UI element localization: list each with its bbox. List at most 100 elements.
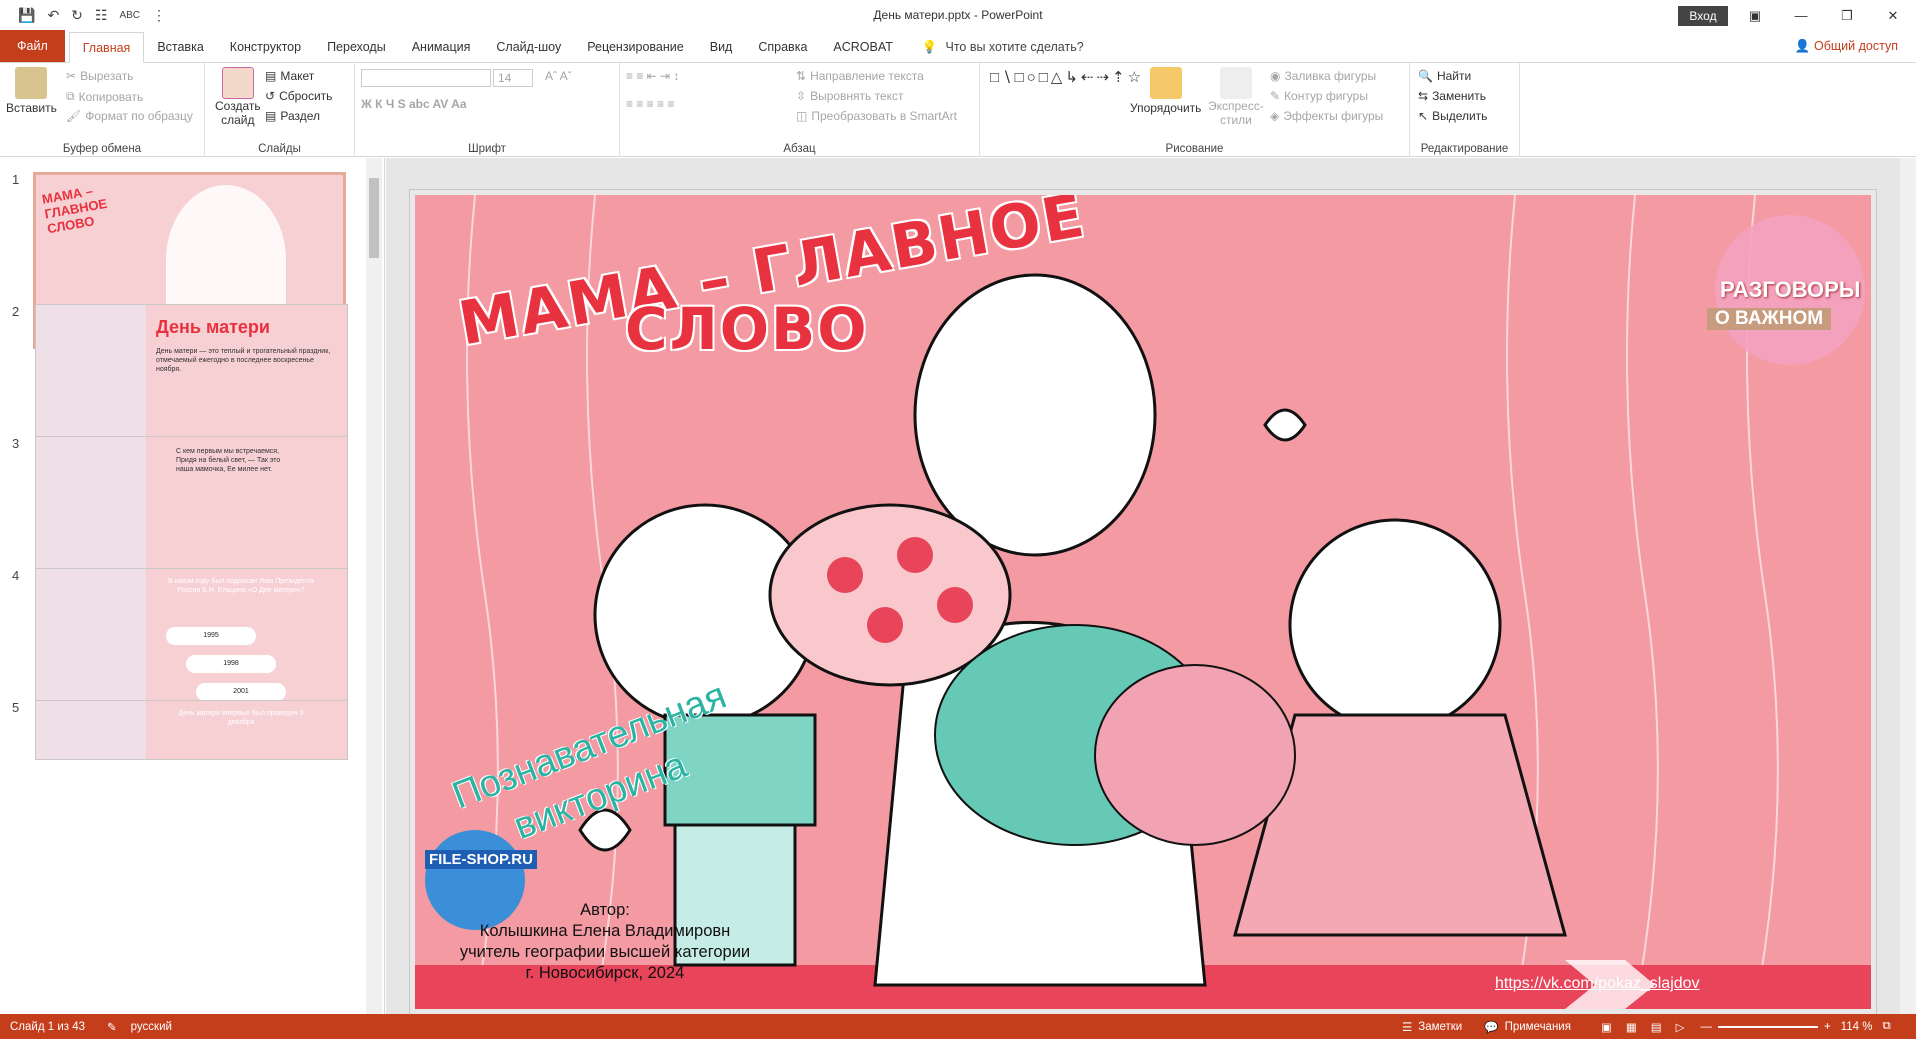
format-painter-button[interactable]: 🖌 Формат по образцу [66,109,193,123]
thumb-option: 1998 [186,655,276,673]
outline-icon: ✎ [1270,89,1281,103]
search-icon: 🔍 [1418,69,1433,83]
lightbulb-icon: 💡 [921,39,938,54]
ribbon-tabs: Файл Главная Вставка Конструктор Переход… [0,30,1916,63]
redo-icon[interactable]: ↻ [71,7,83,24]
fit-slide-icon[interactable]: ⧉ [1882,1020,1890,1033]
slide-title-line2[interactable]: СЛОВО [625,295,869,363]
shape-outline-button[interactable]: ✎ Контур фигуры [1270,89,1368,103]
tab-file[interactable]: Файл [0,30,65,62]
view-buttons[interactable]: ▣ ▦ ▤ ▷ [1601,1020,1684,1034]
list-icons[interactable]: ≡ ≡ ⇤ ⇥ ↕ [626,69,679,83]
smartart-icon: ◫ [796,109,808,123]
new-slide-icon [221,67,254,99]
notes-button[interactable]: ☰ Заметки [1402,1020,1462,1034]
restore-icon[interactable]: ❐ [1824,0,1870,31]
tab-view[interactable]: Вид [697,32,746,62]
scroll-thumb[interactable] [369,178,379,258]
slide-canvas[interactable]: МАМА – ГЛАВНОЕ СЛОВО Познавательная викт… [410,190,1876,1014]
thumbnail-slide-5[interactable]: День матери впервые был проведен 3 декаб… [35,700,348,760]
thumb-text: В каком году был подписан Указ Президент… [168,578,314,594]
reading-view-icon[interactable]: ▤ [1651,1020,1662,1034]
shapes-gallery[interactable]: □∖□○□△↳⇠⇢⇡☆ [990,69,1141,87]
find-button[interactable]: 🔍 Найти [1418,69,1471,83]
tab-design[interactable]: Конструктор [217,32,314,62]
badge-subtitle: О ВАЖНОМ [1707,308,1832,330]
normal-view-icon[interactable]: ▣ [1601,1020,1612,1034]
thumb-text: С кем первым мы встречаемся, Придя на бе… [176,448,281,473]
thumbnail-scrollbar[interactable] [366,158,382,1014]
replace-button[interactable]: ⇆ Заменить [1418,89,1486,103]
align-icons[interactable]: ≡ ≡ ≡ ≡ ≡ [626,97,674,111]
font-format-icons[interactable]: Ж К Ч S abc AV Aa [361,97,467,111]
thumb-image [36,701,146,759]
align-text-button[interactable]: ⇳ Выровнять текст [796,89,904,103]
tell-me-box[interactable]: 💡 Что вы хотите сделать? [906,32,1084,62]
layout-button[interactable]: ▤ Макет [265,69,314,83]
language-indicator[interactable]: русский [131,1021,172,1033]
reset-button[interactable]: ↺ Сбросить [265,89,332,103]
close-icon[interactable]: ✕ [1870,0,1916,31]
vk-link[interactable]: https://vk.com/pokaz_slajdov [1495,975,1700,993]
font-name-select[interactable] [361,69,491,87]
arrange-button[interactable]: Упорядочить [1130,67,1201,115]
font-grow-icon[interactable]: Aˆ Aˇ [545,69,572,83]
shape-fill-button[interactable]: ◉ Заливка фигуры [1270,69,1376,83]
signin-button[interactable]: Вход [1678,6,1728,26]
effects-icon: ◈ [1270,109,1280,123]
author-role: учитель географии высшей категории [459,943,751,961]
tab-help[interactable]: Справка [745,32,820,62]
spellcheck-status-icon[interactable]: ✎ [107,1020,117,1034]
notes-icon: ☰ [1401,1021,1413,1034]
thumb-number: 2 [12,304,20,319]
window-title: День матери.pptx - PowerPoint [873,8,1043,22]
group-editing: 🔍 Найти ⇆ Заменить ↖ Выделить Редактировани… [1410,63,1520,157]
thumb-title: День матери [156,317,270,337]
group-paragraph: ≡ ≡ ⇤ ⇥ ↕ ≡ ≡ ≡ ≡ ≡ ⇅ Направление текста … [620,63,980,157]
quick-styles-button[interactable]: Экспресс- стили [1208,67,1264,127]
paste-icon [15,67,48,99]
customize-qat-icon[interactable]: ⋮ [152,7,166,24]
ribbon-display-icon[interactable]: ▣ [1732,0,1778,31]
zoom-level[interactable]: 114 % [1841,1021,1873,1033]
sorter-view-icon[interactable]: ▦ [1626,1020,1637,1034]
editor-scrollbar[interactable] [1900,158,1916,1014]
spellcheck-icon[interactable]: ABC [119,10,140,21]
fill-icon: ◉ [1270,69,1281,83]
tab-acrobat[interactable]: ACROBAT [820,32,906,62]
tab-insert[interactable]: Вставка [144,32,216,62]
tab-slideshow[interactable]: Слайд-шоу [483,32,574,62]
tab-home[interactable]: Главная [68,32,145,63]
undo-icon[interactable]: ↶ [47,7,59,24]
zoom-slider[interactable]: — + [1700,1021,1830,1033]
slideshow-view-icon[interactable]: ▷ [1676,1020,1685,1034]
text-direction-button[interactable]: ⇅ Направление текста [796,69,924,83]
select-button[interactable]: ↖ Выделить [1418,109,1487,123]
title-bar: 💾 ↶ ↻ ☷ ABC ⋮ День матери.pptx - PowerPo… [0,0,1916,31]
group-label: Шрифт [468,143,506,155]
section-button[interactable]: ▤ Раздел [265,109,320,123]
font-size-select[interactable]: 14 [493,69,533,87]
minimize-icon[interactable]: — [1778,0,1824,31]
thumb-title: МАМА – ГЛАВНОЕ СЛОВО [40,183,109,237]
share-button[interactable]: 👤 Общий доступ [1794,39,1898,54]
save-icon[interactable]: 💾 [18,7,35,24]
comments-button[interactable]: 💬 Примечания [1484,1020,1571,1034]
paste-button[interactable]: Вставить [6,67,57,115]
cut-button[interactable]: ✂ Вырезать [66,69,133,83]
group-label: Буфер обмена [62,143,142,155]
tab-transitions[interactable]: Переходы [314,32,399,62]
tab-review[interactable]: Рецензирование [574,32,697,62]
watermark-logo: FILE-SHOP.RU [425,850,537,869]
copy-button[interactable]: ⧉ Копировать [66,89,143,104]
reset-icon: ↺ [265,89,276,103]
tab-animations[interactable]: Анимация [399,32,484,62]
shape-effects-button[interactable]: ◈ Эффекты фигуры [1270,109,1383,123]
person-icon: 👤 [1794,39,1811,53]
author-textbox[interactable]: Автор: Колышкина Елена Владимировн учите… [445,900,765,984]
group-font: 14 Aˆ Aˇ Ж К Ч S abc AV Aa Шрифт [355,63,620,157]
smartart-button[interactable]: ◫ Преобразовать в SmartArt [796,109,957,123]
present-icon[interactable]: ☷ [95,7,108,24]
window-controls: ▣ — ❐ ✕ [1732,0,1916,31]
new-slide-button[interactable]: Создать слайд [215,67,261,127]
